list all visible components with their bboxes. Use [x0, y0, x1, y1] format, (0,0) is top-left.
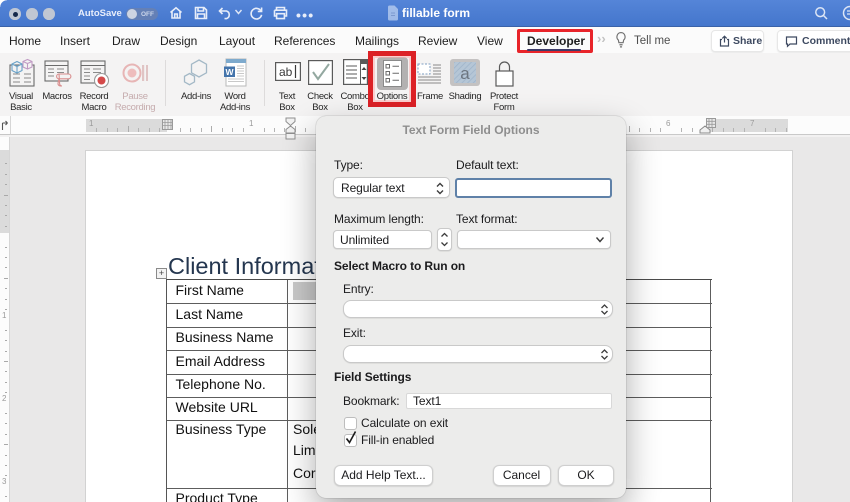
svg-text:ab: ab: [279, 65, 293, 79]
svg-text:W: W: [225, 67, 234, 77]
svg-text:a: a: [460, 64, 470, 83]
